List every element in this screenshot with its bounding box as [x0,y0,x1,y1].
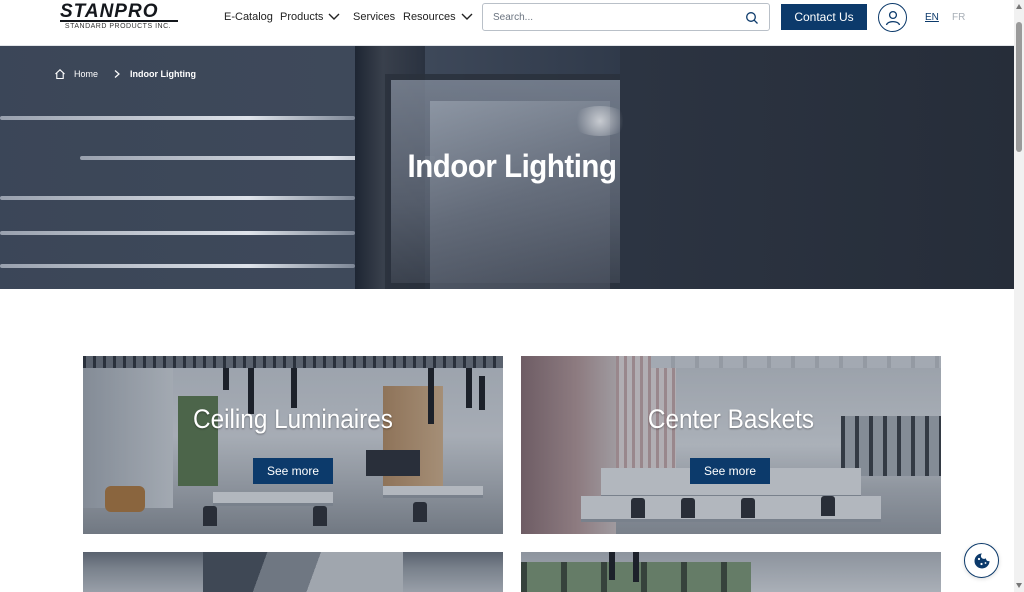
hero-decor [570,106,630,136]
card-title: Ceiling Luminaires [193,404,393,434]
logo-wordmark: STANPRO [60,1,159,22]
language-en[interactable]: EN [925,12,939,23]
nav-services-label: Services [353,11,396,23]
see-more-button[interactable]: See more [253,458,333,484]
card-overlay [83,356,503,534]
chevron-down-icon [328,13,340,20]
home-icon[interactable] [54,68,66,80]
logo-tagline: STANDARD PRODUCTS INC. [64,23,172,30]
site-header: STANPRO STANDARD PRODUCTS INC. E-Catalog… [0,0,1014,46]
nav-e-catalog-label: E-Catalog [224,11,273,23]
category-card[interactable] [521,552,941,592]
breadcrumb-home[interactable]: Home [74,69,98,79]
scroll-down-arrow[interactable] [1016,583,1022,588]
page-scrollbar[interactable] [1014,0,1024,592]
page-title: Indoor Lighting [407,148,617,184]
breadcrumb: Home Indoor Lighting [54,68,196,80]
category-card-ceiling-luminaires[interactable]: Ceiling Luminaires See more [83,356,503,534]
nav-e-catalog[interactable]: E-Catalog [224,11,273,23]
search-box [482,3,770,31]
contact-us-button[interactable]: Contact Us [781,4,867,30]
hero-decor [0,231,355,235]
category-card[interactable] [83,552,503,592]
card-title: Center Baskets [647,404,815,434]
chevron-down-icon [461,13,473,20]
language-fr[interactable]: FR [952,12,965,23]
hero-decor [0,264,355,268]
hero-decor [0,196,355,200]
hero-decor [0,116,355,120]
nav-resources[interactable]: Resources [403,11,474,23]
scrollbar-thumb[interactable] [1016,22,1022,152]
cookie-icon [974,553,989,568]
account-button[interactable] [878,3,907,32]
user-icon [885,10,900,25]
chevron-right-icon [114,70,120,78]
card-overlay [83,552,503,592]
nav-resources-label: Resources [403,11,456,23]
search-input[interactable] [493,9,733,25]
nav-products-label: Products [280,11,324,23]
scroll-up-arrow[interactable] [1016,4,1022,9]
search-icon[interactable] [745,11,759,25]
card-overlay [521,356,941,534]
stanpro-logo[interactable]: STANPRO STANDARD PRODUCTS INC. [60,2,182,32]
card-overlay [521,552,941,592]
see-more-button[interactable]: See more [690,458,770,484]
category-card-center-baskets[interactable]: Center Baskets See more [521,356,941,534]
nav-products[interactable]: Products [280,11,341,23]
breadcrumb-current: Indoor Lighting [130,69,196,79]
cookie-settings-button[interactable] [964,543,999,578]
nav-services[interactable]: Services [353,11,395,23]
hero-banner: Home Indoor Lighting Indoor Lighting [0,46,1014,289]
logo-underline [60,20,178,22]
